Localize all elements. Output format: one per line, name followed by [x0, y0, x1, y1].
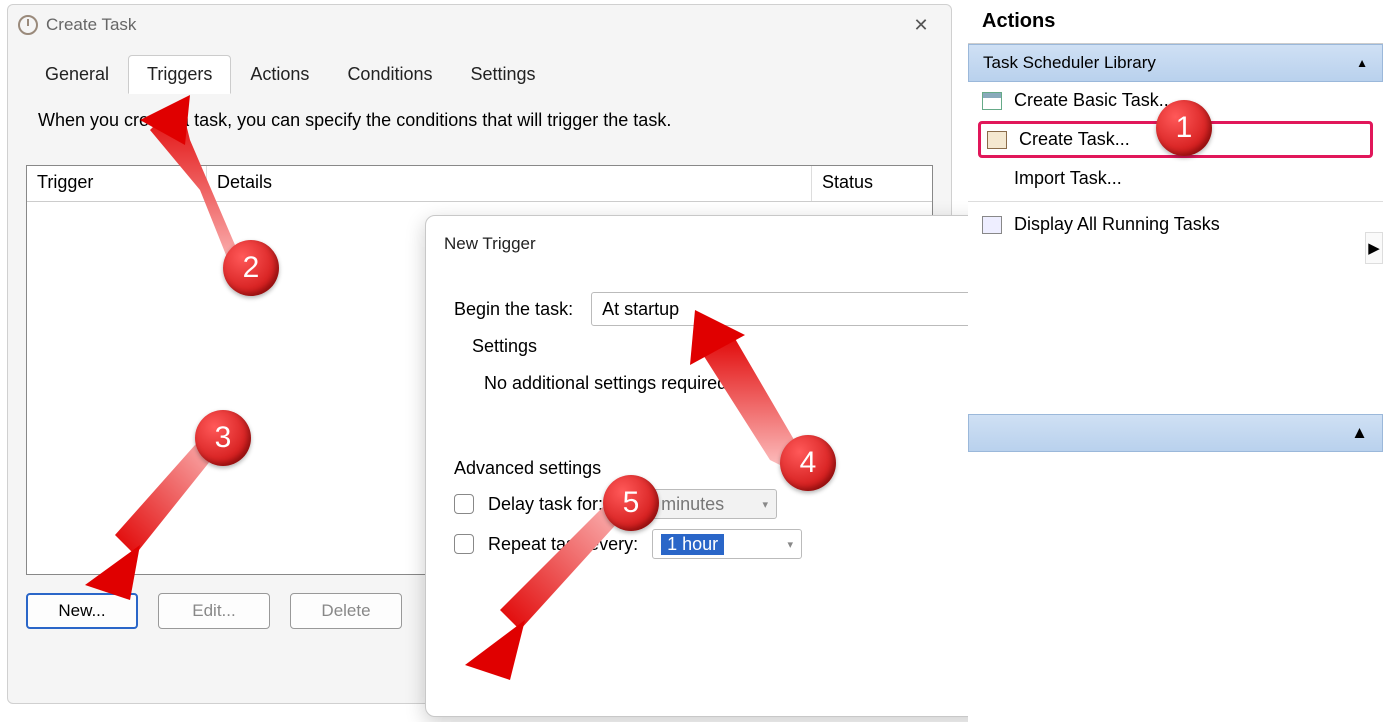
- chevron-down-icon: ▾: [788, 538, 794, 551]
- dialog-title: Create Task: [46, 15, 136, 35]
- close-icon[interactable]: ✕: [901, 11, 941, 39]
- tab-settings[interactable]: Settings: [452, 55, 555, 94]
- clock-icon: [18, 15, 38, 35]
- delete-button[interactable]: Delete: [290, 593, 402, 629]
- action-label: Create Basic Task...: [1014, 90, 1174, 111]
- tab-general[interactable]: General: [26, 55, 128, 94]
- col-details[interactable]: Details: [207, 166, 812, 201]
- collapse-up-icon[interactable]: ▲: [1356, 56, 1368, 70]
- action-import-task[interactable]: Import Task...: [968, 160, 1383, 197]
- annotation-badge-1: 1: [1156, 100, 1212, 156]
- annotation-badge-5: 5: [603, 475, 659, 531]
- annotation-badge-2: 2: [223, 240, 279, 296]
- new-trigger-title: New Trigger: [444, 234, 536, 254]
- col-status[interactable]: Status: [812, 166, 932, 201]
- tasks-icon: [982, 216, 1002, 234]
- tab-conditions[interactable]: Conditions: [328, 55, 451, 94]
- action-label: Import Task...: [1014, 168, 1122, 189]
- collapse-up-icon[interactable]: ▲: [1351, 423, 1368, 443]
- dialog-titlebar: Create Task ✕: [8, 5, 951, 45]
- annotation-badge-3: 3: [195, 410, 251, 466]
- task-icon: [987, 131, 1007, 149]
- action-display-all-running[interactable]: Display All Running Tasks: [968, 206, 1383, 243]
- repeat-value: 1 hour: [661, 534, 724, 555]
- tab-triggers[interactable]: Triggers: [128, 55, 231, 94]
- actions-header: Actions: [968, 0, 1383, 44]
- annotation-badge-4: 4: [780, 435, 836, 491]
- calendar-icon: [982, 92, 1002, 110]
- tab-strip: General Triggers Actions Conditions Sett…: [8, 55, 951, 94]
- action-label: Create Task...: [1019, 129, 1130, 150]
- begin-task-label: Begin the task:: [454, 299, 573, 320]
- tab-actions[interactable]: Actions: [231, 55, 328, 94]
- library-header-label: Task Scheduler Library: [983, 53, 1156, 73]
- separator: [968, 201, 1383, 202]
- action-label: Display All Running Tasks: [1014, 214, 1220, 235]
- repeat-combo[interactable]: 1 hour ▾: [652, 529, 802, 559]
- scroll-right-icon[interactable]: ▶: [1365, 232, 1383, 264]
- section-header-collapsed[interactable]: ▲: [968, 414, 1383, 452]
- library-header[interactable]: Task Scheduler Library ▲: [968, 44, 1383, 82]
